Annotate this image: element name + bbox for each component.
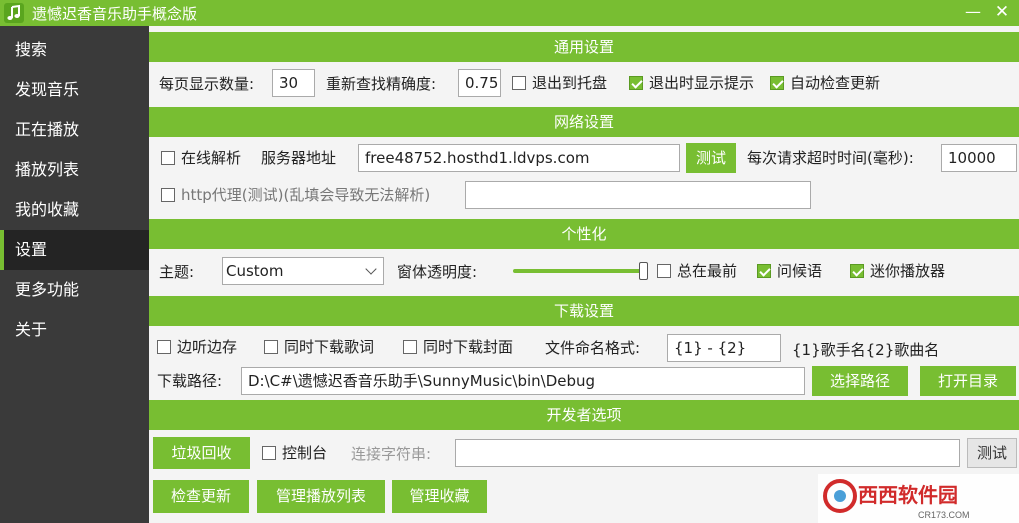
checkbox-box	[161, 188, 175, 202]
play-and-save-label: 边听边存	[177, 338, 238, 356]
proxy-checkbox[interactable]: http代理(测试)(乱填会导致无法解析)	[161, 185, 430, 205]
proxy-input[interactable]	[465, 181, 811, 209]
sidebar-item-more[interactable]: 更多功能	[0, 270, 149, 310]
exit-tip-checkbox[interactable]: 退出时显示提示	[629, 73, 754, 93]
naming-hint: {1}歌手名{2}歌曲名	[792, 341, 940, 359]
sidebar-item-search[interactable]: 搜索	[0, 30, 149, 70]
console-checkbox[interactable]: 控制台	[262, 443, 327, 463]
close-button[interactable]: ✕	[987, 0, 1017, 26]
title-bar[interactable]: 遗憾迟香音乐助手概念版 — ✕	[0, 0, 1019, 26]
theme-select[interactable]: Custom	[222, 257, 384, 285]
conn-input[interactable]	[455, 439, 960, 467]
sidebar-item-discover[interactable]: 发现音乐	[0, 70, 149, 110]
opacity-slider-track[interactable]	[513, 269, 643, 273]
checkbox-box	[264, 340, 278, 354]
minimize-button[interactable]: —	[958, 0, 988, 26]
play-and-save-checkbox[interactable]: 边听边存	[157, 337, 237, 357]
developer-header: 开发者选项	[149, 400, 1019, 430]
online-parse-label: 在线解析	[181, 149, 242, 167]
auto-update-checkbox[interactable]: 自动检查更新	[770, 73, 880, 93]
checkbox-box	[161, 151, 175, 165]
naming-label: 文件命名格式:	[545, 339, 641, 357]
cover-label: 同时下载封面	[423, 338, 514, 356]
checkbox-box	[262, 446, 276, 460]
watermark-logo: 西西软件园 CR173.COM	[818, 474, 1019, 523]
network-settings-header: 网络设置	[149, 107, 1019, 137]
lyrics-checkbox[interactable]: 同时下载歌词	[264, 337, 374, 357]
check-icon	[850, 264, 864, 278]
path-label: 下载路径:	[157, 372, 223, 390]
download-settings-header: 下载设置	[149, 296, 1019, 326]
chevron-down-icon	[365, 263, 377, 275]
sidebar-item-playlist[interactable]: 播放列表	[0, 150, 149, 190]
app-window: 遗憾迟香音乐助手概念版 — ✕ 搜索 发现音乐 正在播放 播放列表 我的收藏 设…	[0, 0, 1019, 523]
online-parse-checkbox[interactable]: 在线解析	[161, 148, 241, 168]
console-label: 控制台	[282, 444, 328, 462]
topmost-checkbox[interactable]: 总在最前	[657, 261, 737, 281]
theme-label: 主题:	[159, 263, 195, 281]
precision-input[interactable]: 0.75	[458, 69, 501, 97]
sidebar: 搜索 发现音乐 正在播放 播放列表 我的收藏 设置 更多功能 关于	[0, 26, 149, 523]
page-count-input[interactable]: 30	[272, 69, 315, 97]
gc-button[interactable]: 垃圾回收	[153, 437, 250, 469]
page-count-label: 每页显示数量:	[159, 75, 255, 93]
theme-value: Custom	[226, 262, 284, 280]
tray-label: 退出到托盘	[532, 74, 608, 92]
server-input[interactable]: free48752.hosthd1.ldvps.com	[358, 144, 680, 172]
greeting-label: 问候语	[777, 262, 823, 280]
checkbox-box	[403, 340, 417, 354]
general-settings-header: 通用设置	[149, 32, 1019, 62]
auto-update-label: 自动检查更新	[790, 74, 881, 92]
lyrics-label: 同时下载歌词	[284, 338, 375, 356]
watermark-sub: CR173.COM	[918, 510, 970, 520]
exit-tip-label: 退出时显示提示	[649, 74, 755, 92]
greeting-checkbox[interactable]: 问候语	[757, 261, 822, 281]
opacity-label: 窗体透明度:	[397, 263, 478, 281]
check-icon	[770, 76, 784, 90]
opacity-slider-thumb[interactable]	[639, 262, 648, 280]
precision-label: 重新查找精确度:	[326, 75, 437, 93]
check-update-button[interactable]: 检查更新	[153, 480, 249, 513]
server-label: 服务器地址	[261, 149, 337, 167]
mini-player-checkbox[interactable]: 迷你播放器	[850, 261, 945, 281]
music-note-icon	[4, 3, 24, 23]
sidebar-item-settings[interactable]: 设置	[0, 230, 149, 270]
watermark-text: 西西软件园	[858, 483, 958, 507]
window-title: 遗憾迟香音乐助手概念版	[32, 5, 198, 23]
dev-test-button[interactable]: 测试	[967, 438, 1017, 468]
check-icon	[757, 264, 771, 278]
manage-favorites-button[interactable]: 管理收藏	[392, 480, 487, 513]
proxy-label: http代理(测试)(乱填会导致无法解析)	[181, 186, 431, 204]
path-input[interactable]: D:\C#\遗憾迟香音乐助手\SunnyMusic\bin\Debug	[241, 367, 805, 395]
checkbox-box	[157, 340, 171, 354]
timeout-input[interactable]: 10000	[941, 144, 1017, 172]
checkbox-box	[512, 76, 526, 90]
choose-path-button[interactable]: 选择路径	[812, 366, 908, 396]
manage-playlist-button[interactable]: 管理播放列表	[257, 480, 385, 513]
checkbox-box	[657, 264, 671, 278]
network-test-button[interactable]: 测试	[686, 143, 736, 173]
personalize-header: 个性化	[149, 219, 1019, 249]
sidebar-item-now-playing[interactable]: 正在播放	[0, 110, 149, 150]
conn-label: 连接字符串:	[351, 445, 432, 463]
tray-checkbox[interactable]: 退出到托盘	[512, 73, 607, 93]
cover-checkbox[interactable]: 同时下载封面	[403, 337, 513, 357]
sidebar-item-about[interactable]: 关于	[0, 310, 149, 350]
mini-player-label: 迷你播放器	[870, 262, 946, 280]
check-icon	[629, 76, 643, 90]
naming-input[interactable]: {1} - {2}	[667, 334, 781, 362]
open-dir-button[interactable]: 打开目录	[920, 366, 1016, 396]
topmost-label: 总在最前	[677, 262, 738, 280]
timeout-label: 每次请求超时时间(毫秒):	[747, 149, 914, 167]
sidebar-item-favorites[interactable]: 我的收藏	[0, 190, 149, 230]
settings-panel: 通用设置 每页显示数量: 30 重新查找精确度: 0.75 退出到托盘 退出时显…	[149, 26, 1019, 523]
